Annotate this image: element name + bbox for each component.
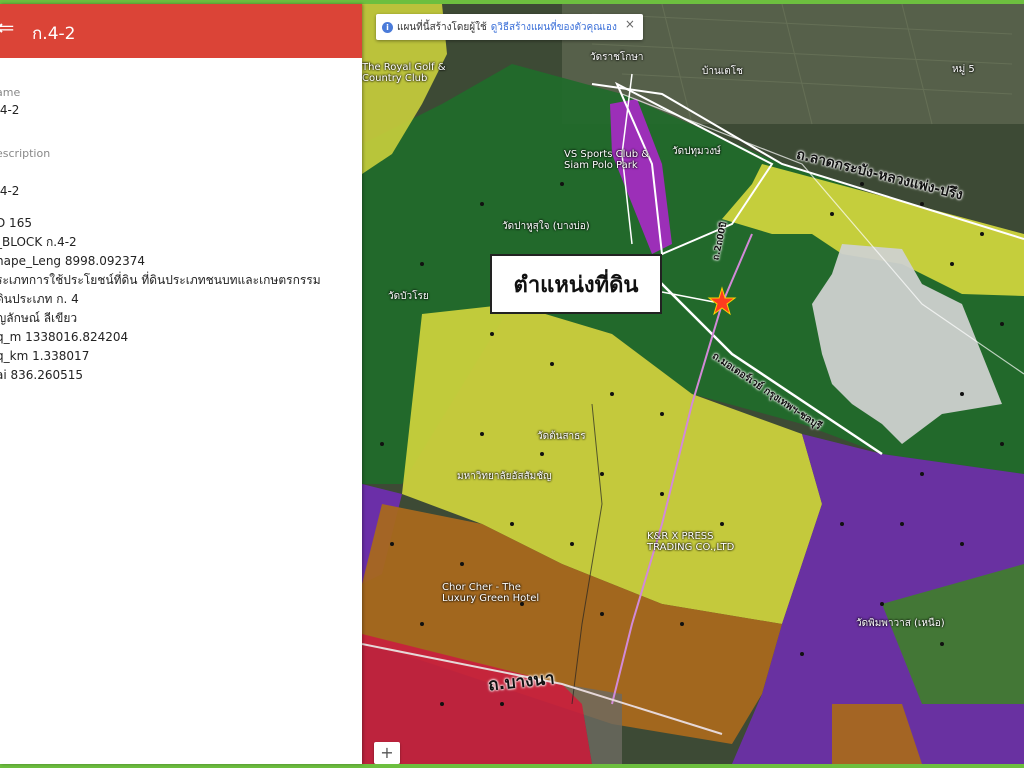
description-line: ai 836.260515 xyxy=(0,368,84,382)
name-value: .4-2 xyxy=(0,103,20,117)
place-label: หมู่ 5 xyxy=(952,64,975,75)
land-location-callout: ตำแหน่งที่ดิน xyxy=(490,254,662,314)
place-label: Chor Cher - The Luxury Green Hotel xyxy=(442,582,540,604)
place-label: K&R X PRESS TRADING CO.,LTD xyxy=(647,531,735,553)
place-label: วัดบัวโรย xyxy=(388,291,429,302)
place-label: วัดปทุมวงษ์ xyxy=(672,146,721,157)
zoning-overlay xyxy=(362,4,1024,764)
feature-details-panel: ⇐ ก.4-2 ame .4-2 escription .4-2 D 165 _… xyxy=(0,4,362,764)
place-label: วัดพิมพาวาส (เหนือ) xyxy=(856,618,945,629)
map-canvas[interactable]: i แผนที่นี้สร้างโดยผู้ใช้ ดูวิธีสร้างแผน… xyxy=(362,4,1024,764)
description-gap xyxy=(0,201,362,214)
close-icon[interactable]: × xyxy=(625,17,635,31)
zoom-in-button[interactable]: + xyxy=(374,742,400,764)
description-line: hape_Leng 8998.092374 xyxy=(0,254,146,268)
description-line: D 165 xyxy=(0,216,32,230)
description-text: .4-2 D 165 _BLOCK ก.4-2 hape_Leng 8998.0… xyxy=(0,182,362,385)
description-line: q_m 1338016.824204 xyxy=(0,330,129,344)
info-icon: i xyxy=(382,21,393,33)
back-arrow-icon[interactable]: ⇐ xyxy=(0,18,14,40)
name-label: ame xyxy=(0,86,21,99)
description-line: _BLOCK ก.4-2 xyxy=(0,235,77,249)
feature-attributes: ame .4-2 escription .4-2 D 165 _BLOCK ก.… xyxy=(0,58,362,385)
place-label: มหาวิทยาลัยอัสสัมชัญ xyxy=(457,471,552,482)
place-label: วัดต้นสาธร xyxy=(537,431,586,442)
description-line: q_km 1.338017 xyxy=(0,349,90,363)
description-line: ระเภทการใช้ประโยชน์ที่ดิน ที่ดินประเภทชน… xyxy=(0,273,321,287)
banner-link[interactable]: ดูวิธีสร้างแผนที่ของตัวคุณเอง xyxy=(491,20,617,35)
place-label: The Royal Golf & Country Club xyxy=(362,62,446,84)
place-label: วัดปาหูสุใจ (บางบ่อ) xyxy=(502,221,590,232)
description-line: .4-2 xyxy=(0,184,20,198)
info-banner: i แผนที่นี้สร้างโดยผู้ใช้ ดูวิธีสร้างแผน… xyxy=(376,14,643,40)
description-line: ญลักษณ์ ลีเขียว xyxy=(0,311,78,325)
panel-title: ก.4-2 xyxy=(32,24,76,44)
banner-text: แผนที่นี้สร้างโดยผู้ใช้ xyxy=(397,21,487,33)
place-label: วัดราชโกษา xyxy=(590,52,644,63)
description-label: escription xyxy=(0,147,51,160)
description-line: ดินประเภท ก. 4 xyxy=(0,292,79,306)
place-label: บ้านเตโช xyxy=(702,66,743,77)
place-label: VS Sports Club & Siam Polo Park xyxy=(564,149,650,171)
panel-header: ⇐ ก.4-2 xyxy=(0,4,362,58)
